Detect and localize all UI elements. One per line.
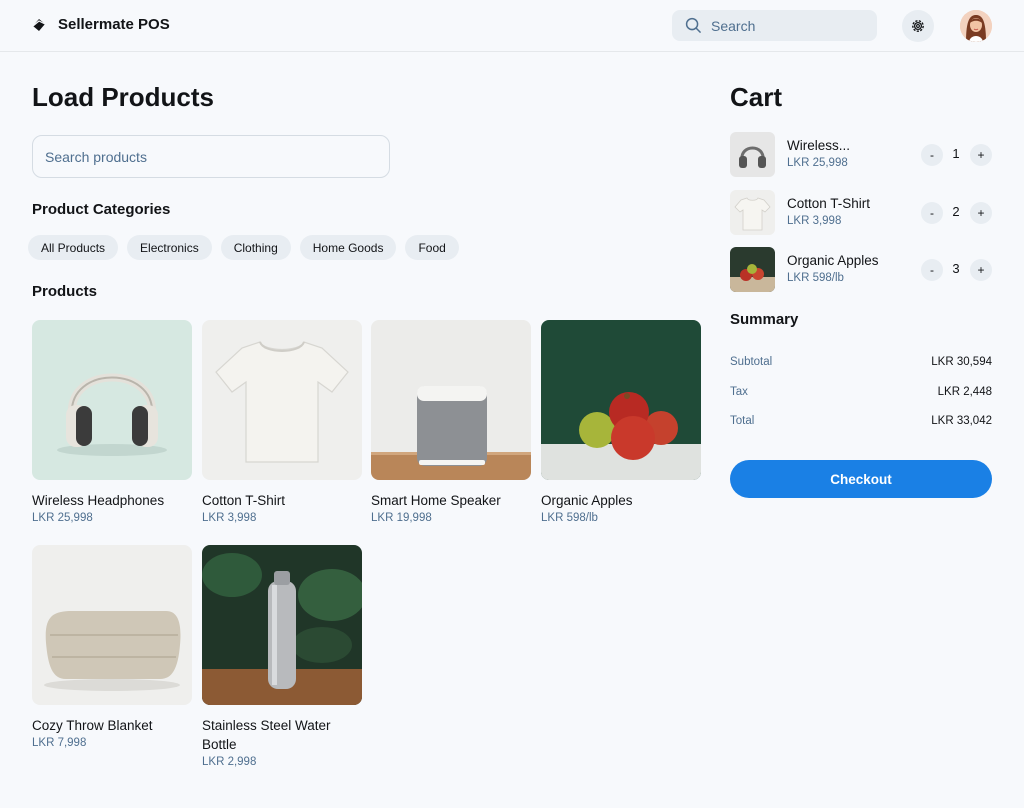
page-title: Load Products <box>32 82 215 112</box>
checkout-button[interactable]: Checkout <box>730 460 992 498</box>
product-card[interactable]: Stainless Steel Water Bottle LKR 2,998 <box>202 545 362 770</box>
cart-item-qty: 3 <box>952 261 960 276</box>
category-chip-food[interactable]: Food <box>405 235 459 260</box>
category-chip-home-goods[interactable]: Home Goods <box>299 235 397 260</box>
summary-value: LKR 33,042 <box>931 415 992 427</box>
product-name: Cozy Throw Blanket <box>32 718 153 733</box>
cart-item: Organic Apples LKR 598/lb - 3 + <box>730 247 992 292</box>
increase-qty-button[interactable]: + <box>970 202 992 224</box>
gear-icon <box>912 20 924 32</box>
product-price: LKR 2,998 <box>202 756 257 768</box>
products-heading: Products <box>32 283 98 300</box>
cart-item-qty: 2 <box>952 204 960 219</box>
product-price: LKR 25,998 <box>32 512 93 524</box>
cart-item-price: LKR 598/lb <box>787 272 844 284</box>
brand-name: Sellermate POS <box>58 16 170 33</box>
summary-label: Subtotal <box>730 356 773 368</box>
cart-thumb-tshirt <box>730 190 775 235</box>
product-card[interactable]: Organic Apples LKR 598/lb <box>541 320 701 526</box>
cart-thumb-apples <box>730 247 775 292</box>
product-card[interactable]: Wireless Headphones LKR 25,998 <box>32 320 192 526</box>
cart-item-name: Organic Apples <box>787 253 879 268</box>
cart-item-name: Wireless... <box>787 138 851 153</box>
cart-item-price: LKR 25,998 <box>787 157 848 169</box>
product-name: Cotton T-Shirt <box>202 493 286 508</box>
cart-item: Wireless... LKR 25,998 - 1 + <box>730 132 992 177</box>
decrease-qty-button[interactable]: - <box>921 202 943 224</box>
increase-qty-button[interactable]: + <box>970 144 992 166</box>
cart-item: Cotton T-Shirt LKR 3,998 - 2 + <box>730 190 992 235</box>
avatar[interactable] <box>960 10 992 42</box>
category-chip-electronics[interactable]: Electronics <box>127 235 212 260</box>
settings-button[interactable] <box>902 10 934 42</box>
product-image-speaker <box>371 320 531 480</box>
product-image-tshirt <box>202 320 362 480</box>
increase-qty-button[interactable]: + <box>970 259 992 281</box>
category-chip-clothing[interactable]: Clothing <box>220 235 291 260</box>
product-search-input[interactable] <box>32 135 390 178</box>
product-image-bottle <box>202 545 362 705</box>
product-card[interactable]: Cotton T-Shirt LKR 3,998 <box>202 320 362 526</box>
global-search-input[interactable] <box>711 17 861 34</box>
product-image-apples <box>541 320 701 480</box>
cart-item-name: Cotton T-Shirt <box>787 196 871 211</box>
product-name: Smart Home Speaker <box>371 493 501 508</box>
product-card[interactable]: Cozy Throw Blanket LKR 7,998 <box>32 545 192 751</box>
summary-label: Total <box>730 415 755 427</box>
product-price: LKR 19,998 <box>371 512 432 524</box>
summary-value: LKR 30,594 <box>931 356 992 368</box>
top-bar: Sellermate POS <box>0 0 1024 52</box>
brand[interactable]: Sellermate POS <box>32 16 170 33</box>
user-avatar-image <box>960 10 992 42</box>
product-name: Stainless Steel Water Bottle <box>202 718 331 752</box>
cart-title: Cart <box>730 82 783 112</box>
product-name: Wireless Headphones <box>32 493 165 508</box>
summary-label: Tax <box>730 386 748 398</box>
summary-heading: Summary <box>730 311 799 328</box>
summary-value: LKR 2,448 <box>937 386 992 398</box>
product-price: LKR 7,998 <box>32 737 87 749</box>
cart-thumb-headphones <box>730 132 775 177</box>
product-price: LKR 3,998 <box>202 512 257 524</box>
categories-heading: Product Categories <box>32 201 171 218</box>
search-icon <box>685 17 701 33</box>
category-chip-all-products[interactable]: All Products <box>28 235 119 260</box>
product-image-blanket <box>32 545 192 705</box>
decrease-qty-button[interactable]: - <box>921 259 943 281</box>
product-card[interactable]: Smart Home Speaker LKR 19,998 <box>371 320 531 526</box>
product-image-headphones <box>32 320 192 480</box>
product-name: Organic Apples <box>541 493 633 508</box>
cart-item-qty: 1 <box>952 146 960 161</box>
cart-item-price: LKR 3,998 <box>787 215 842 227</box>
decrease-qty-button[interactable]: - <box>921 144 943 166</box>
category-chips: All Products Electronics Clothing Home G… <box>28 235 459 260</box>
logo-icon <box>32 18 46 31</box>
global-search[interactable] <box>672 10 877 41</box>
product-price: LKR 598/lb <box>541 512 598 524</box>
